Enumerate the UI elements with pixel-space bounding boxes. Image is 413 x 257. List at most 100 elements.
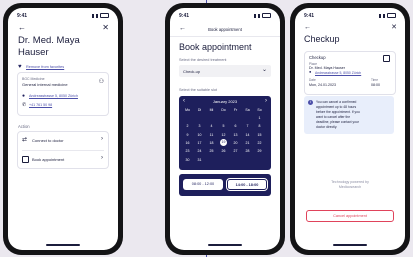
home-indicator [333,244,367,246]
cancel-appointment-button[interactable]: Cancel appointment [306,210,394,222]
calendar-day[interactable]: 3 [196,124,203,128]
status-time: 9:41 [304,12,315,19]
calendar-day[interactable]: 15 [256,133,263,137]
time-slot-morning[interactable]: 08:00 - 12:00 [183,179,223,190]
back-arrow-icon[interactable]: ← [18,24,26,32]
close-icon[interactable]: ✕ [102,24,109,32]
heart-icon: ♥ [18,64,22,70]
calendar-day[interactable]: 18 [208,141,215,145]
appointment-card-title: Checkup [309,55,326,60]
treatment-select[interactable]: Check-up ⌄ [179,65,271,77]
doctor-name-line1: Dr. Med. Maya [18,35,80,46]
weekday-label: So [257,108,262,112]
action-heading: Action [18,124,30,129]
calendar-day-selected[interactable]: 19 [220,139,227,147]
weekday-label: Do [221,108,226,112]
status-time: 9:41 [17,12,28,19]
info-text-line: before the appointment. If you [316,110,360,114]
screen-checkup: 9:41 ← ✕ Checkup Checkup Place Dr. Med. … [295,8,405,250]
calendar-day[interactable]: 11 [208,133,215,137]
calendar-day[interactable]: 26 [220,149,227,153]
screen-book-appointment: 9:41 ← Book appointment Book appointment… [170,8,280,250]
calendar-day[interactable]: 31 [196,158,203,162]
phone-doctor-profile: 9:41 ← ✕ Dr. Med. Maya Hauser ♥ Remove f… [3,3,123,255]
date-label: Date [309,78,316,82]
calendar-day[interactable]: 13 [232,133,239,137]
calendar: ‹ January 2023 › Mo Di Mi Do Fr Sa So 12… [179,96,271,170]
remove-favorites-link[interactable]: Remove from favorites [26,65,64,69]
address-link[interactable]: Andreasstrasse 5, 8050 Zürich [29,94,78,98]
calendar-day[interactable]: 20 [232,141,239,145]
calendar-day[interactable]: 12 [220,133,227,137]
powered-by-line1: Technology powered by [331,180,369,184]
weekday-label: Fr [233,108,238,112]
home-indicator [46,244,80,246]
status-bar: 9:41 [179,12,271,19]
info-text-line: doctor directly. [316,125,338,129]
calendar-day[interactable]: 6 [232,124,239,128]
calendar-day[interactable]: 22 [256,141,263,145]
calendar-day[interactable]: 14 [244,133,251,137]
connect-icon: ⇄ [22,137,28,143]
status-icons [254,13,271,18]
back-arrow-icon[interactable]: ← [304,24,311,31]
info-text-line: You can cancel a confirmed [316,100,357,104]
chevron-down-icon: ⌄ [261,67,267,73]
calendar-day[interactable]: 4 [208,124,215,128]
time-slot-afternoon[interactable]: 14:00 - 18:00 [226,178,268,191]
status-bar: 9:41 [304,12,396,19]
cancellation-info-box: i You can cancel a confirmed appointment… [304,96,394,134]
time-slot-panel: 08:00 - 12:00 14:00 - 18:00 [179,174,271,196]
weekday-label: Mo [185,108,190,112]
info-text-line: appointment up to 48 hours [316,105,357,109]
calendar-day[interactable]: 16 [184,141,191,145]
battery-icon [262,13,271,18]
status-time: 9:41 [179,12,190,19]
phone-checkup: 9:41 ← ✕ Checkup Checkup Place Dr. Med. … [290,3,410,255]
phone-link[interactable]: +41 761 50 98 [29,103,52,107]
calendar-day[interactable]: 9 [184,133,191,137]
calendar-day[interactable]: 8 [256,124,263,128]
nav-separator [170,36,280,37]
calendar-day[interactable]: 25 [208,149,215,153]
powered-by-line2: Medicosearch [338,185,362,189]
calendar-day[interactable]: 24 [196,149,203,153]
treatment-label: Select the desired treatment [179,58,227,62]
time-value: 08:00 [371,83,380,87]
appointment-card: Checkup Place Dr. Med. Maya Hauser ● And… [304,51,396,95]
calendar-day[interactable]: 30 [184,158,191,162]
calendar-day[interactable]: 17 [196,141,203,145]
page-title: Checkup [304,34,340,44]
calendar-day[interactable]: 27 [232,149,239,153]
calendar-day[interactable]: 29 [256,149,263,153]
slot-label: Select the suitable slot [179,88,217,92]
action-book-appointment[interactable]: Book appointment › [18,151,108,168]
info-text-line: want to cancel after the [316,115,351,119]
calendar-day[interactable]: 10 [196,133,203,137]
close-icon[interactable]: ✕ [391,24,397,31]
doctor-name-line2: Hauser [18,47,49,58]
calendar-day[interactable]: 5 [220,124,227,128]
action-connect-doctor[interactable]: ⇄ Connect to doctor › [18,132,108,149]
phone-book-appointment: 9:41 ← Book appointment Book appointment… [165,3,285,255]
calendar-day[interactable]: 21 [244,141,251,145]
calendar-day[interactable]: 7 [244,124,251,128]
weekday-label: Di [197,108,202,112]
user-plus-icon[interactable]: ⚇ [99,79,104,85]
location-pin-icon: ● [22,93,26,99]
home-indicator [208,244,242,246]
place-address-link[interactable]: Andreasstrasse 5, 8050 Zürich [315,71,361,75]
calendar-day[interactable]: 28 [244,149,251,153]
calendar-day[interactable]: 2 [184,124,191,128]
info-text-line: deadline, please contact your [316,120,359,124]
screen-doctor-profile: 9:41 ← ✕ Dr. Med. Maya Hauser ♥ Remove f… [8,8,118,250]
calendar-icon[interactable] [383,55,390,62]
page-title: Book appointment [179,42,252,52]
place-value: Dr. Med. Maya Hauser [309,66,345,70]
doctor-info-card: BGC Medicine General internal medicine ⚇… [17,72,109,116]
calendar-icon [22,156,29,163]
status-bar: 9:41 [17,12,109,19]
calendar-next-icon[interactable]: › [265,98,267,104]
calendar-day[interactable]: 23 [184,149,191,153]
calendar-day[interactable]: 1 [256,116,263,120]
